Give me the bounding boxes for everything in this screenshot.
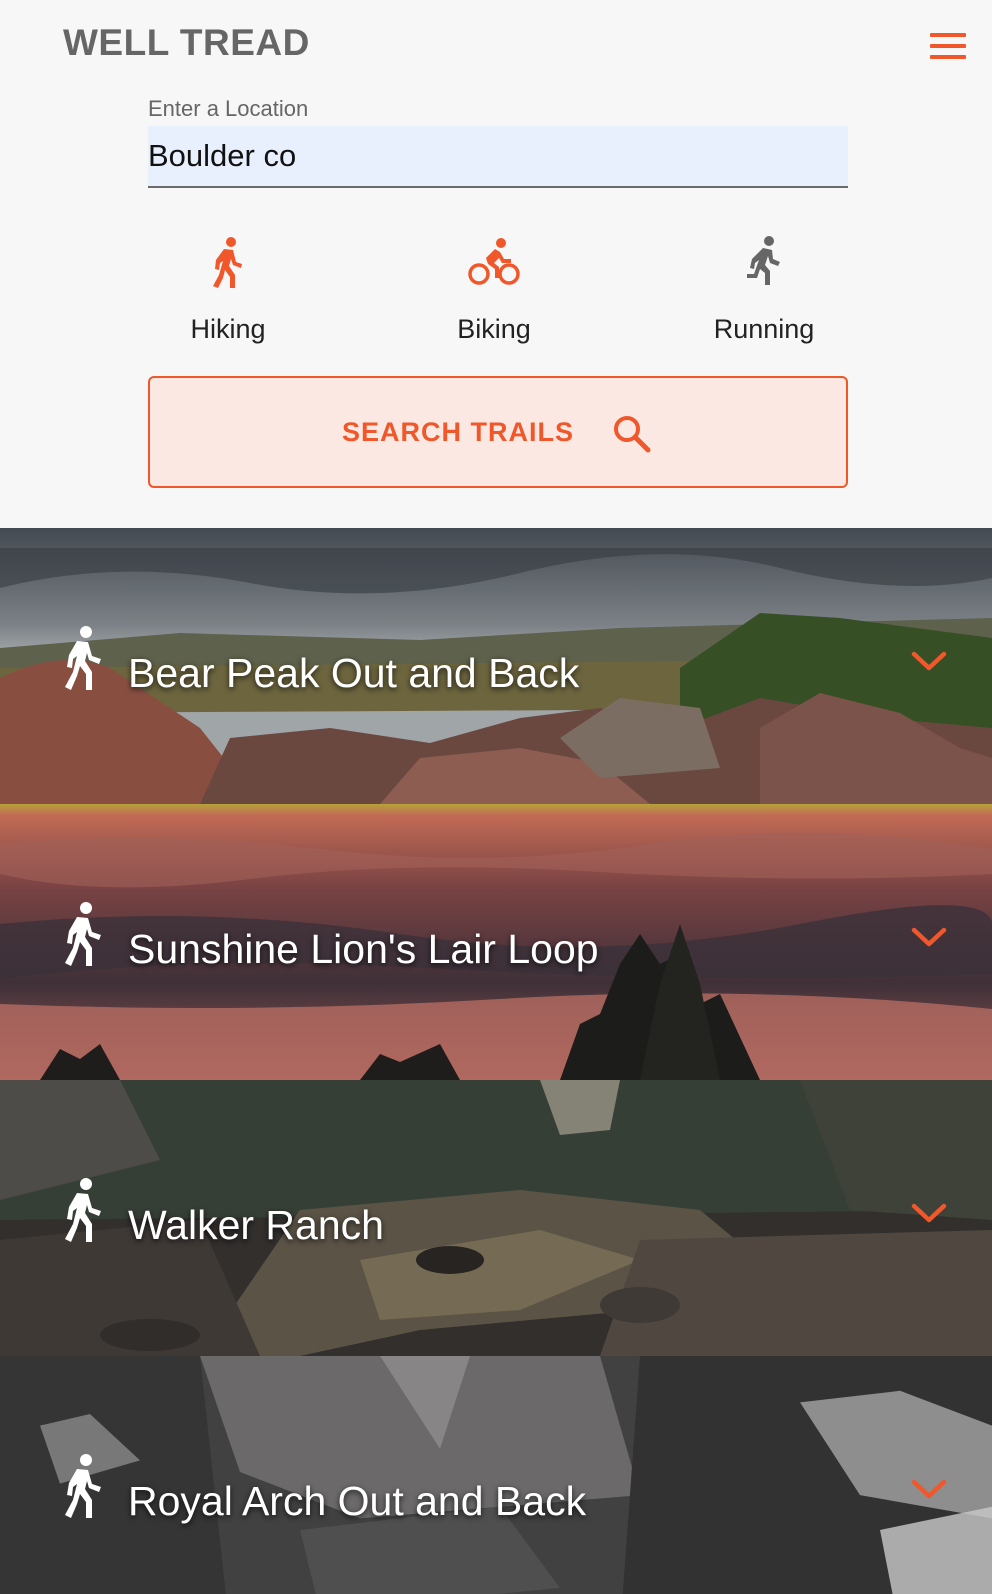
hiking-icon (65, 902, 101, 966)
activity-toggle-hiking[interactable]: Hiking (128, 232, 328, 352)
trail-name: Royal Arch Out and Back (128, 1478, 587, 1524)
hamburger-menu-icon[interactable] (930, 33, 966, 59)
activity-label-running: Running (713, 314, 815, 344)
chevron-down-icon[interactable] (910, 650, 948, 674)
location-label: Enter a Location (148, 96, 309, 121)
trail-name: Walker Ranch (128, 1202, 384, 1248)
chevron-down-icon[interactable] (910, 1202, 948, 1226)
trail-name: Sunshine Lion's Lair Loop (128, 926, 599, 972)
activity-label-biking: Biking (457, 314, 531, 344)
search-trails-label: SEARCH TRAILS (342, 417, 575, 447)
chevron-down-icon[interactable] (910, 926, 948, 950)
trail-card-royal-arch[interactable]: Royal Arch Out and Back (0, 1356, 992, 1594)
trail-photo-snowy-flatirons (0, 1356, 992, 1594)
trail-card-walker-ranch[interactable]: Walker Ranch (0, 1080, 992, 1356)
location-input[interactable] (148, 126, 848, 188)
trail-card-bear-peak[interactable]: Bear Peak Out and Back (0, 528, 992, 804)
biking-icon (468, 238, 520, 285)
hiking-icon (65, 1178, 101, 1242)
search-icon (614, 416, 651, 453)
hiking-icon (65, 626, 101, 690)
trail-card-sunshine-lions-lair[interactable]: Sunshine Lion's Lair Loop (0, 804, 992, 1080)
app-root: WELL TREAD Enter a Location Hiking (0, 0, 992, 1594)
hiking-icon (213, 237, 242, 288)
trail-name: Bear Peak Out and Back (128, 650, 580, 696)
brand-title: WELL TREAD (63, 22, 310, 63)
search-trails-button[interactable]: SEARCH TRAILS (148, 376, 848, 488)
activity-label-hiking: Hiking (190, 314, 266, 344)
running-icon (747, 236, 780, 285)
activity-toggle-biking[interactable]: Biking (394, 232, 594, 352)
chevron-down-icon[interactable] (910, 1478, 948, 1502)
activity-toggle-running[interactable]: Running (664, 232, 864, 352)
hiking-icon (65, 1454, 101, 1518)
top-bar: WELL TREAD (0, 0, 992, 90)
